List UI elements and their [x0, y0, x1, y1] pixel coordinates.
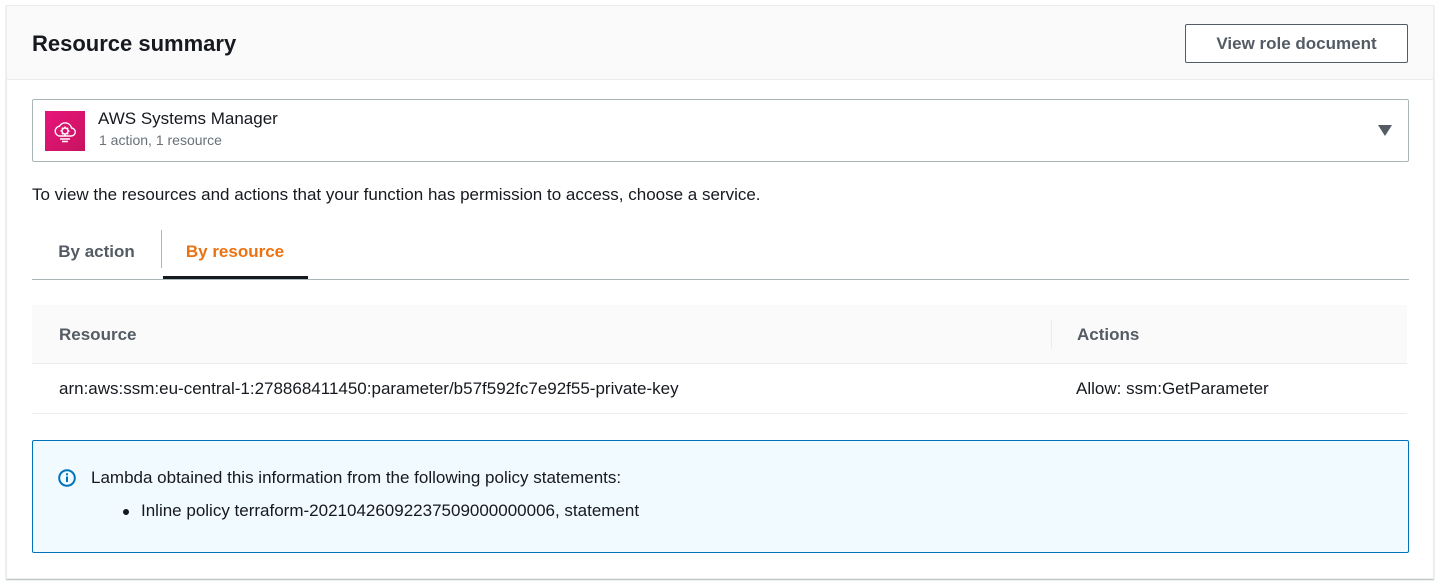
systems-manager-icon: [45, 111, 85, 151]
active-tab-indicator: [163, 276, 308, 279]
service-select[interactable]: AWS Systems Manager 1 action, 1 resource: [32, 99, 1409, 162]
info-icon: [58, 469, 76, 487]
column-header-resource[interactable]: Resource: [59, 305, 136, 364]
tab-by-resource[interactable]: By resource: [162, 224, 308, 280]
help-text: To view the resources and actions that y…: [32, 185, 761, 204]
view-role-document-button[interactable]: View role document: [1185, 24, 1408, 63]
caret-down-icon[interactable]: [1378, 125, 1392, 136]
panel-header: Resource summary View role document: [7, 6, 1433, 80]
tab-by-action[interactable]: By action: [32, 224, 161, 280]
panel-title: Resource summary: [32, 31, 237, 56]
column-separator: [1051, 320, 1052, 349]
policy-info-alert: Lambda obtained this information from th…: [32, 440, 1409, 553]
info-title: Lambda obtained this information from th…: [91, 468, 622, 487]
service-description: 1 action, 1 resource: [99, 132, 222, 148]
list-item: Inline policy terraform-2021042609223750…: [123, 501, 639, 521]
table-header: Resource Actions: [32, 305, 1407, 364]
resource-arn: arn:aws:ssm:eu-central-1:278868411450:pa…: [59, 379, 679, 398]
resource-summary-panel: Resource summary View role document AWS …: [6, 5, 1434, 579]
tabs: By action By resource: [32, 224, 1409, 280]
table-row: arn:aws:ssm:eu-central-1:278868411450:pa…: [32, 364, 1407, 414]
column-header-actions[interactable]: Actions: [1077, 305, 1139, 364]
policy-statement-list: Inline policy terraform-2021042609223750…: [123, 501, 639, 521]
resource-actions: Allow: ssm:GetParameter: [1076, 379, 1269, 398]
service-name: AWS Systems Manager: [98, 109, 278, 128]
resources-table: Resource Actions arn:aws:ssm:eu-central-…: [32, 305, 1407, 414]
